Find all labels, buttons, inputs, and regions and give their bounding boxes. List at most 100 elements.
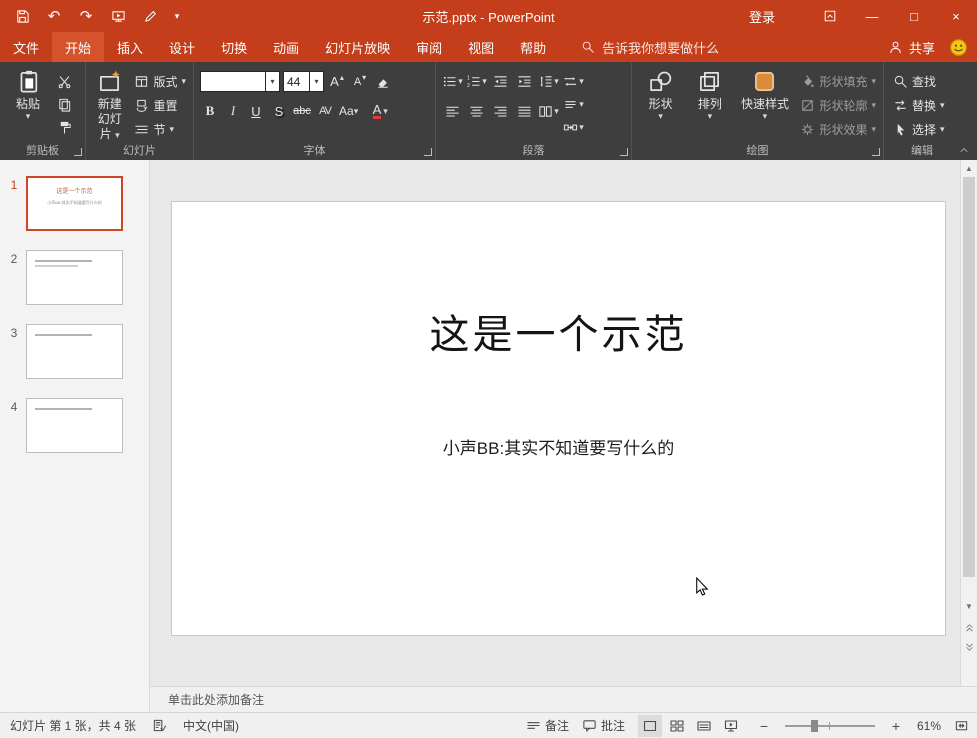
notes-toggle-button[interactable]: 备注 [526, 717, 569, 734]
format-painter-button[interactable] [54, 117, 74, 137]
zoom-level[interactable]: 61% [917, 719, 941, 733]
redo-button[interactable]: ↷ [74, 3, 98, 29]
next-slide-button[interactable] [961, 638, 977, 656]
quick-styles-button[interactable]: 快速样式 ▾ [736, 66, 793, 142]
clear-formatting-button[interactable] [373, 72, 393, 92]
reset-button[interactable]: 重置 [131, 94, 189, 116]
font-name-input[interactable] [200, 71, 266, 92]
copy-button[interactable] [54, 94, 74, 114]
shape-effects-button[interactable]: 形状效果▾ [797, 118, 879, 140]
minimize-button[interactable]: — [851, 0, 893, 32]
font-size-combo[interactable]: ▾ [283, 71, 324, 92]
underline-button[interactable]: U [246, 101, 266, 121]
shape-outline-button[interactable]: 形状轮廓▾ [797, 94, 879, 116]
change-case-button[interactable]: Aa▾ [338, 101, 359, 121]
reading-view-button[interactable] [692, 715, 716, 737]
zoom-in-button[interactable]: + [888, 715, 904, 737]
align-left-button[interactable] [442, 101, 463, 122]
scroll-down-button[interactable]: ▼ [961, 598, 977, 614]
dialog-launcher-icon[interactable] [872, 148, 880, 156]
shape-fill-button[interactable]: 形状填充▾ [797, 70, 879, 92]
layout-button[interactable]: 版式▾ [131, 70, 189, 92]
arrange-button[interactable]: 排列 ▾ [687, 66, 732, 142]
tab-slideshow[interactable]: 幻灯片放映 [312, 32, 403, 62]
font-color-button[interactable]: A▾ [370, 101, 390, 121]
tab-file[interactable]: 文件 [0, 32, 52, 62]
tab-review[interactable]: 审阅 [403, 32, 455, 62]
bold-button[interactable]: B [200, 101, 220, 121]
slide-thumbnail-2[interactable] [26, 250, 123, 305]
text-shadow-button[interactable]: S [269, 101, 289, 121]
fit-slide-to-window-button[interactable] [954, 718, 969, 733]
strikethrough-button[interactable]: abc [292, 101, 312, 121]
slide-subtitle-text[interactable]: 小声BB:其实不知道要写什么的 [172, 434, 945, 459]
tab-insert[interactable]: 插入 [104, 32, 156, 62]
language-indicator[interactable]: 中文(中国) [183, 717, 239, 734]
numbering-button[interactable]: ▾ [466, 71, 487, 92]
text-direction-button[interactable]: ▾ [563, 71, 584, 92]
align-center-button[interactable] [466, 101, 487, 122]
comments-toggle-button[interactable]: 批注 [582, 717, 625, 734]
sign-in-button[interactable]: 登录 [749, 7, 775, 26]
align-right-button[interactable] [490, 101, 511, 122]
slide-sorter-view-button[interactable] [665, 715, 689, 737]
decrease-indent-button[interactable] [490, 71, 511, 92]
select-button[interactable]: 选择▾ [890, 118, 948, 140]
spell-check-button[interactable] [152, 718, 167, 733]
slide-thumbnail-1[interactable]: 这是一个示范 小声BB:其实不知道要写什么的 [26, 176, 123, 231]
character-spacing-button[interactable]: AV [315, 101, 335, 121]
increase-indent-button[interactable] [514, 71, 535, 92]
section-button[interactable]: 节▾ [131, 118, 189, 140]
bullets-button[interactable]: ▾ [442, 71, 463, 92]
paste-button[interactable]: 粘贴 ▾ [6, 66, 50, 142]
tab-design[interactable]: 设计 [156, 32, 208, 62]
save-button[interactable] [10, 3, 34, 29]
justify-button[interactable] [514, 101, 535, 122]
maximize-button[interactable]: □ [893, 0, 935, 32]
decrease-font-size-button[interactable]: A▾ [350, 72, 370, 92]
new-slide-button[interactable]: 新建 幻灯片 ▾ [92, 66, 127, 142]
slide-thumbnail-3[interactable] [26, 324, 123, 379]
dialog-launcher-icon[interactable] [74, 148, 82, 156]
tab-animations[interactable]: 动画 [260, 32, 312, 62]
chevron-down-icon[interactable]: ▾ [310, 71, 324, 92]
tab-view[interactable]: 视图 [455, 32, 507, 62]
replace-button[interactable]: 替换▾ [890, 94, 948, 116]
ribbon-display-options-button[interactable] [809, 0, 851, 32]
increase-font-size-button[interactable]: A▴ [327, 72, 347, 92]
customize-qat-button[interactable]: ▾ [170, 3, 184, 29]
previous-slide-button[interactable] [961, 618, 977, 636]
close-button[interactable]: × [935, 0, 977, 32]
columns-button[interactable]: ▾ [538, 101, 559, 122]
slideshow-view-button[interactable] [719, 715, 743, 737]
chevron-down-icon[interactable]: ▾ [266, 71, 280, 92]
cut-button[interactable] [54, 71, 74, 91]
share-button[interactable]: 共享 [880, 32, 943, 62]
normal-view-button[interactable] [638, 715, 662, 737]
dialog-launcher-icon[interactable] [424, 148, 432, 156]
zoom-out-button[interactable]: − [756, 715, 772, 737]
slide-thumbnail-4[interactable] [26, 398, 123, 453]
notes-pane[interactable]: 单击此处添加备注 [150, 686, 977, 712]
pen-button[interactable] [138, 3, 162, 29]
start-slideshow-button[interactable] [106, 3, 130, 29]
zoom-slider[interactable] [785, 718, 875, 734]
shapes-button[interactable]: 形状 ▾ [638, 66, 683, 142]
undo-button[interactable]: ↶ [42, 3, 66, 29]
zoom-track[interactable] [785, 725, 875, 727]
tab-transitions[interactable]: 切换 [208, 32, 260, 62]
tell-me-search[interactable]: 告诉我你想要做什么 [573, 32, 727, 62]
notes-placeholder[interactable]: 单击此处添加备注 [168, 691, 264, 708]
slide-editor[interactable]: 这是一个示范 小声BB:其实不知道要写什么的 [172, 202, 945, 635]
align-text-button[interactable]: ▾ [563, 94, 584, 115]
font-size-input[interactable] [283, 71, 310, 92]
line-spacing-button[interactable]: ▾ [538, 71, 559, 92]
font-name-combo[interactable]: ▾ [200, 71, 280, 92]
scrollbar-thumb[interactable] [963, 177, 975, 577]
tab-home[interactable]: 开始 [52, 32, 104, 62]
find-button[interactable]: 查找 [890, 70, 948, 92]
slide-indicator[interactable]: 幻灯片 第 1 张，共 4 张 [10, 717, 136, 734]
convert-to-smartart-button[interactable]: ▾ [563, 117, 584, 138]
collapse-ribbon-button[interactable] [956, 143, 972, 157]
vertical-scrollbar[interactable]: ▲ ▼ [960, 160, 977, 686]
